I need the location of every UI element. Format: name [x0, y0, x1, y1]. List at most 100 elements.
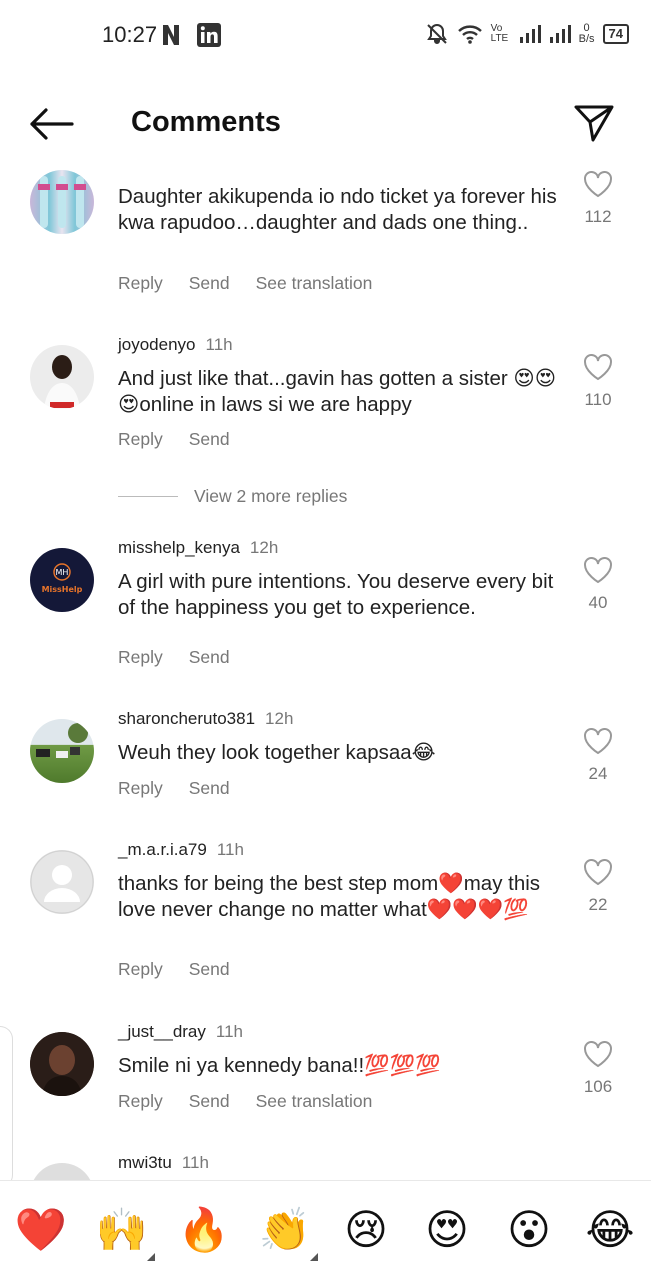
comment-actions: Reply Send See translation [118, 273, 372, 294]
send-button[interactable]: Send [189, 959, 230, 980]
comment-meta: joyodenyo 11h [118, 335, 233, 355]
username[interactable]: sharoncheruto381 [118, 709, 255, 728]
raised-hands-emoji-button[interactable]: 🙌 [95, 1203, 155, 1261]
header: Comments [0, 90, 651, 160]
status-time: 10:27 [102, 22, 158, 47]
floating-panel-edge [0, 1026, 13, 1188]
clap-emoji-button[interactable]: 👏 [258, 1203, 318, 1261]
back-button[interactable] [28, 104, 74, 144]
share-button[interactable] [573, 102, 615, 144]
heart-outline-icon [584, 1041, 612, 1068]
avatar-photo-icon [36, 723, 88, 758]
comment-text: And just like that...gavin has gotten a … [118, 367, 557, 416]
divider [118, 496, 178, 497]
linkedin-notification-icon [197, 23, 221, 47]
send-button[interactable]: Send [189, 647, 230, 668]
timestamp: 12h [265, 709, 294, 728]
crying-emoji-icon: 😢 [344, 1206, 388, 1253]
misshelp-logo-icon: MH MissHelp [42, 563, 83, 594]
like-button[interactable]: 22 [578, 858, 618, 915]
comment-actions: Reply Send See translation [118, 1091, 372, 1112]
avatar-logo-text: MissHelp [42, 585, 83, 594]
back-arrow-icon [30, 108, 74, 140]
wifi-icon [457, 25, 482, 44]
username[interactable]: _just__dray [118, 1022, 206, 1041]
net-speed-unit: B/s [578, 33, 595, 45]
reply-button[interactable]: Reply [118, 429, 163, 450]
comment-text: thanks for being the best step mom❤️may … [118, 872, 541, 921]
page-title: Comments [131, 106, 281, 138]
reply-button[interactable]: Reply [118, 778, 163, 799]
like-button[interactable]: 112 [578, 170, 618, 227]
reply-button[interactable]: Reply [118, 1091, 163, 1112]
like-count: 112 [584, 207, 612, 226]
send-button[interactable]: Send [189, 429, 230, 450]
reply-button[interactable]: Reply [118, 959, 163, 980]
heart-emoji-button[interactable]: ❤️ [14, 1203, 68, 1257]
like-button[interactable]: 40 [578, 556, 618, 613]
surprised-emoji-icon: 😮 [507, 1206, 551, 1253]
emoji-reaction-bar: ❤️ 🙌 🔥 👏 😢 😍 😮 😂 [0, 1180, 651, 1280]
comment-text: Smile ni ya kennedy bana!!💯💯💯 [118, 1054, 441, 1077]
reply-button[interactable]: Reply [118, 647, 163, 668]
comment-meta: _just__dray 11h [118, 1022, 243, 1042]
username[interactable]: mwi3tu [118, 1153, 172, 1172]
see-translation-button[interactable]: See translation [256, 1091, 373, 1112]
fire-emoji-icon: 🔥 [177, 1206, 231, 1253]
signal-icon-2 [549, 25, 571, 43]
comment-actions: Reply Send [118, 778, 230, 799]
comment-text: A girl with pure intentions. You deserve… [118, 570, 554, 619]
avatar[interactable] [30, 345, 94, 409]
like-button[interactable]: 110 [578, 353, 618, 410]
reply-button[interactable]: Reply [118, 273, 163, 294]
like-button[interactable]: 106 [578, 1040, 618, 1097]
heart-outline-icon [584, 859, 612, 886]
laughing-emoji-icon: 😂 [585, 1206, 635, 1253]
like-count: 40 [588, 593, 608, 612]
paper-plane-icon [574, 105, 614, 142]
comment-meta: misshelp_kenya 12h [118, 538, 278, 558]
heart-outline-icon [584, 171, 612, 198]
net-speed: 0 B/s [579, 23, 595, 45]
username[interactable]: _m.a.r.i.a79 [118, 840, 207, 859]
comment-text: Daughter akikupenda io ndo ticket ya for… [118, 185, 557, 234]
comment-meta: mwi3tu 11h [118, 1153, 209, 1173]
like-count: 24 [588, 764, 608, 783]
comment-actions: Reply Send [118, 429, 230, 450]
heart-eyes-emoji-button[interactable]: 😍 [420, 1203, 474, 1257]
timestamp: 11h [216, 840, 244, 859]
avatar[interactable] [30, 170, 94, 234]
send-button[interactable]: Send [189, 273, 230, 294]
avatar-photo-icon [30, 1032, 94, 1096]
skin-tone-indicator [310, 1253, 318, 1261]
comment-meta: sharoncheruto381 12h [118, 709, 293, 729]
avatar-photo-icon [38, 176, 86, 228]
avatar[interactable]: MH MissHelp [30, 548, 94, 612]
battery-indicator: 74 [602, 24, 629, 44]
svg-text:MH: MH [56, 568, 69, 577]
avatar[interactable] [30, 850, 94, 914]
laughing-emoji-button[interactable]: 😂 [583, 1203, 637, 1257]
crying-emoji-button[interactable]: 😢 [339, 1203, 393, 1257]
heart-outline-icon [584, 354, 612, 381]
default-user-icon [30, 850, 94, 914]
send-button[interactable]: Send [189, 1091, 230, 1112]
avatar[interactable] [30, 1032, 94, 1096]
see-translation-button[interactable]: See translation [256, 273, 373, 294]
view-more-replies-button[interactable]: View 2 more replies [118, 486, 347, 507]
netflix-notification-icon [163, 25, 179, 45]
skin-tone-indicator [147, 1253, 155, 1261]
username[interactable]: joyodenyo [118, 335, 196, 354]
mute-bell-icon [426, 23, 447, 44]
avatar[interactable] [30, 719, 94, 783]
surprised-emoji-button[interactable]: 😮 [502, 1203, 556, 1257]
timestamp: 12h [249, 538, 279, 557]
like-button[interactable]: 24 [578, 727, 618, 784]
fire-emoji-button[interactable]: 🔥 [177, 1203, 231, 1257]
status-bar: 10:27 Vo LTE 0 B/s 74 [0, 0, 651, 72]
comment-actions: Reply Send [118, 959, 230, 980]
send-button[interactable]: Send [189, 778, 230, 799]
heart-outline-icon [584, 728, 612, 755]
like-count: 22 [588, 895, 608, 914]
username[interactable]: misshelp_kenya [118, 538, 240, 557]
